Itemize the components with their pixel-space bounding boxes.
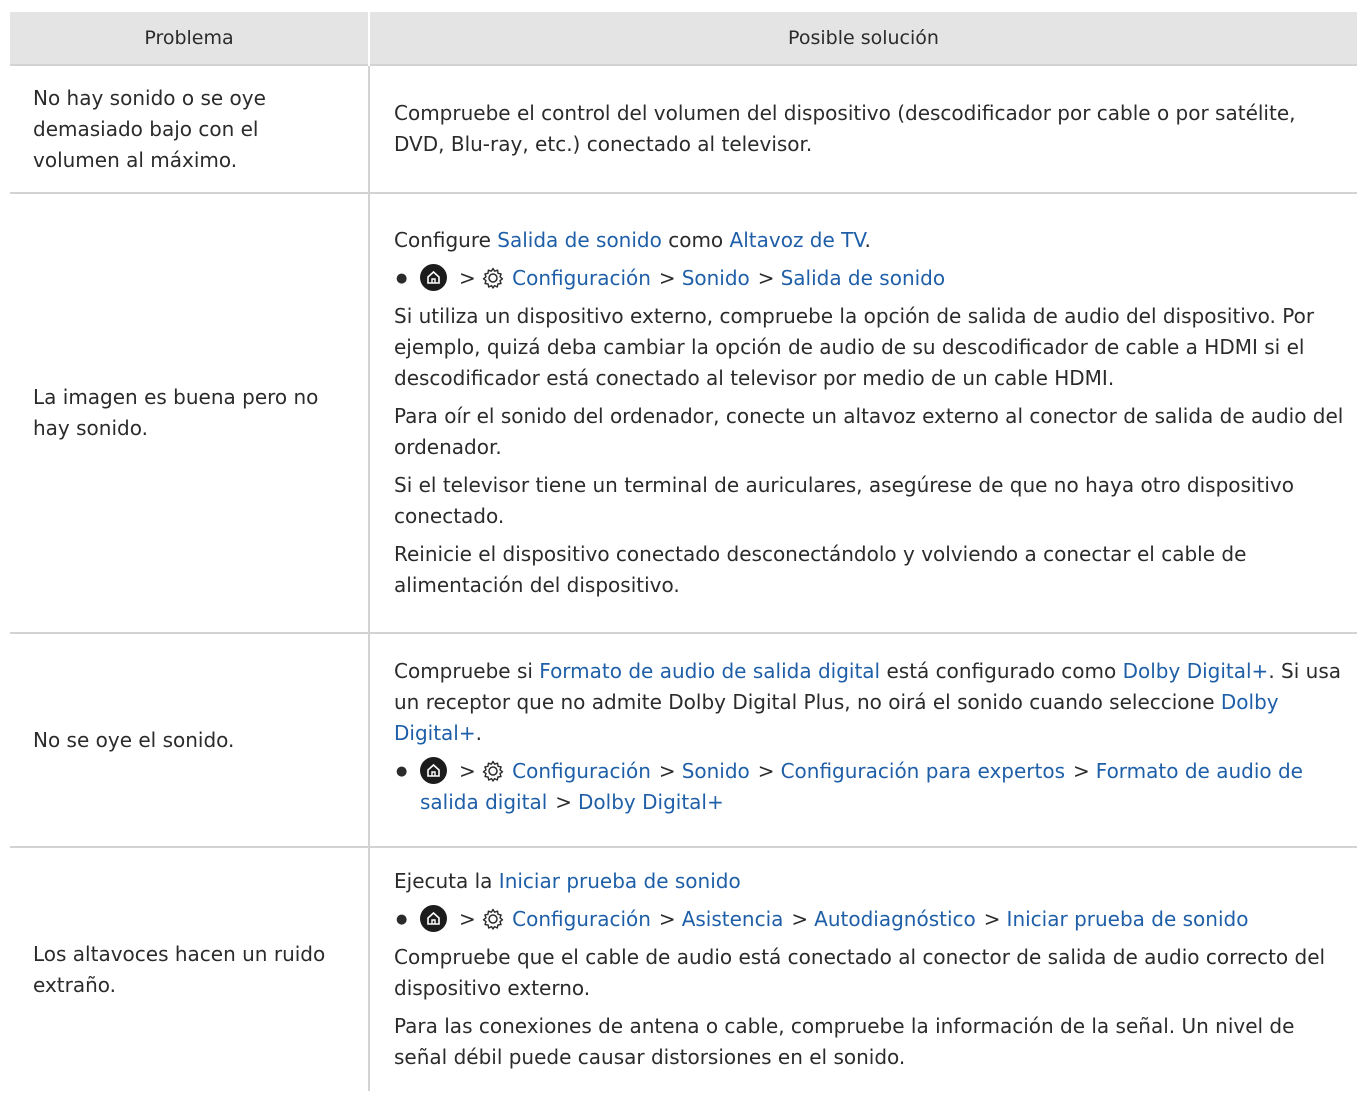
header-problem: Problema — [10, 12, 370, 65]
solution-text: Para oír el sonido del ordenador, conect… — [394, 404, 1344, 459]
solution-intro: Ejecuta la Iniciar prueba de sonido — [394, 869, 741, 893]
header-solution: Posible solución — [369, 12, 1357, 65]
solution-cell: Compruebe el control del volumen del dis… — [369, 64, 1357, 193]
path-item[interactable]: Autodiagnóstico — [814, 907, 976, 931]
home-icon — [420, 264, 447, 291]
gear-icon — [482, 267, 503, 289]
table-row: La imagen es buena pero no hay sonido. C… — [10, 192, 1357, 633]
solution-text: Si el televisor tiene un terminal de aur… — [394, 473, 1294, 528]
link-altavoz-de-tv[interactable]: Altavoz de TV — [730, 228, 865, 252]
problem-cell: Los altavoces hacen un ruido extraño. — [10, 846, 370, 1091]
chevron-right-icon: > — [757, 266, 775, 290]
gear-icon — [482, 908, 503, 930]
path-item[interactable]: Asistencia — [682, 907, 784, 931]
chevron-right-icon: > — [459, 907, 476, 931]
table-row: No hay sonido o se oye demasiado bajo co… — [10, 64, 1357, 193]
link-iniciar-prueba[interactable]: Iniciar prueba de sonido — [499, 869, 741, 893]
solution-intro: Compruebe si Formato de audio de salida … — [394, 658, 1341, 745]
solution-cell: Configure Salida de sonido como Altavoz … — [369, 192, 1357, 633]
chevron-right-icon: > — [459, 758, 476, 783]
chevron-right-icon: > — [459, 266, 476, 290]
link-formato-audio[interactable]: Formato de audio de salida digital — [539, 659, 880, 683]
chevron-right-icon: > — [1073, 758, 1090, 783]
bullet-icon: ● — [396, 271, 408, 286]
troubleshooting-page: Problema Posible solución No hay sonido … — [0, 0, 1357, 1093]
path-item[interactable]: Sonido — [682, 759, 750, 783]
path-item[interactable]: Configuración — [512, 759, 651, 783]
link-dolby-digital-plus[interactable]: Dolby Digital+ — [1123, 659, 1269, 683]
table-row: No se oye el sonido. Compruebe si Format… — [10, 632, 1357, 847]
solution-intro: Configure Salida de sonido como Altavoz … — [394, 228, 871, 252]
menu-path: ● > Configuración > Sonido > Configuración p… — [394, 756, 1347, 818]
home-icon — [420, 756, 447, 784]
bullet-icon: ● — [396, 912, 408, 927]
table-header-row: Problema Posible solución — [10, 12, 1357, 65]
path-item[interactable]: Configuración — [512, 266, 651, 290]
link-salida-de-sonido[interactable]: Salida de sonido — [497, 228, 662, 252]
path-item[interactable]: Dolby Digital+ — [578, 790, 724, 814]
solution-text: Compruebe que el cable de audio está con… — [394, 945, 1326, 1000]
menu-path: ● > Configuración > Asistencia > Autodiagnós… — [394, 904, 1347, 935]
bullet-icon: ● — [396, 763, 408, 779]
problem-cell: La imagen es buena pero no hay sonido. — [10, 192, 370, 633]
home-icon — [420, 905, 447, 932]
path-item[interactable]: Configuración — [512, 907, 651, 931]
path-item[interactable]: Configuración para expertos — [781, 759, 1065, 783]
menu-path: ● > Configuración > Sonido > Salida de sonid… — [394, 263, 1347, 294]
chevron-right-icon: > — [983, 907, 1001, 931]
solution-text: Para las conexiones de antena o cable, c… — [394, 1014, 1295, 1069]
problem-cell: No hay sonido o se oye demasiado bajo co… — [10, 64, 370, 193]
gear-icon — [482, 760, 503, 782]
path-item[interactable]: Iniciar prueba de sonido — [1007, 907, 1249, 931]
table-row: Los altavoces hacen un ruido extraño. Ej… — [10, 846, 1357, 1091]
solution-cell: Compruebe si Formato de audio de salida … — [369, 632, 1357, 847]
chevron-right-icon: > — [791, 907, 809, 931]
chevron-right-icon: > — [658, 266, 676, 290]
path-item[interactable]: Sonido — [682, 266, 750, 290]
solution-text: Reinicie el dispositivo conectado descon… — [394, 542, 1247, 597]
solution-text: Compruebe el control del volumen del dis… — [394, 101, 1296, 156]
chevron-right-icon: > — [757, 758, 775, 783]
solution-text: Si utiliza un dispositivo externo, compr… — [394, 304, 1315, 390]
troubleshooting-table: Problema Posible solución No hay sonido … — [10, 12, 1357, 1091]
solution-cell: Ejecuta la Iniciar prueba de sonido ● > … — [369, 846, 1357, 1091]
path-item[interactable]: Salida de sonido — [781, 266, 946, 290]
chevron-right-icon: > — [555, 789, 573, 814]
problem-cell: No se oye el sonido. — [10, 632, 370, 847]
chevron-right-icon: > — [658, 758, 676, 783]
chevron-right-icon: > — [658, 907, 676, 931]
